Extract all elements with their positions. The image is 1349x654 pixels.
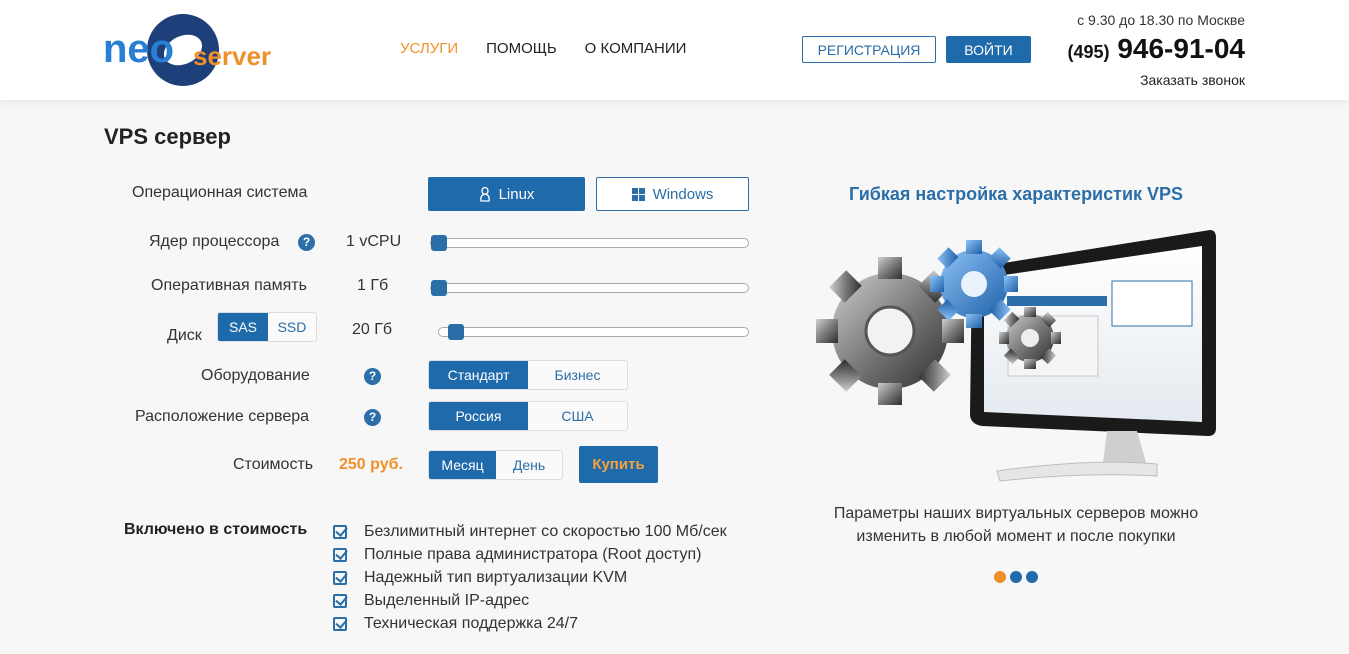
- checkbox-icon: [333, 594, 347, 609]
- buy-button[interactable]: Купить: [579, 446, 658, 483]
- site-header: neo server УСЛУГИ ПОМОЩЬ О КОМПАНИИ РЕГИ…: [0, 0, 1349, 100]
- list-item: Надежный тип виртуализации KVM: [333, 566, 727, 589]
- hardware-toggle: Стандарт Бизнес: [428, 360, 628, 390]
- windows-icon: [631, 187, 645, 201]
- nav-item-help[interactable]: ПОМОЩЬ: [486, 40, 557, 57]
- linux-icon: [479, 186, 490, 202]
- feature-text: Техническая поддержка 24/7: [364, 615, 579, 633]
- os-windows-button[interactable]: Windows: [596, 177, 749, 211]
- list-item: Безлимитный интернет со скоростью 100 Мб…: [333, 520, 727, 543]
- included-list: Безлимитный интернет со скоростью 100 Мб…: [333, 520, 727, 636]
- disk-type-ssd[interactable]: SSD: [268, 313, 316, 341]
- disk-label: Диск: [167, 327, 202, 344]
- checkbox-icon: [333, 524, 347, 539]
- checkbox-icon: [333, 570, 347, 585]
- hardware-standard[interactable]: Стандарт: [429, 361, 528, 389]
- checkbox-icon: [333, 617, 347, 632]
- location-russia[interactable]: Россия: [429, 402, 528, 430]
- location-label: Расположение сервера: [135, 408, 310, 425]
- os-linux-button[interactable]: Linux: [428, 177, 585, 211]
- period-day[interactable]: День: [496, 451, 562, 479]
- svg-text:neo: neo: [103, 27, 174, 71]
- feature-text: Безлимитный интернет со скоростью 100 Мб…: [364, 522, 727, 540]
- period-month[interactable]: Месяц: [429, 451, 496, 479]
- feature-text: Полные права администратора (Root доступ…: [364, 545, 702, 563]
- register-button[interactable]: РЕГИСТРАЦИЯ: [802, 36, 936, 63]
- page-title: VPS сервер: [104, 124, 231, 149]
- promo-text: Параметры наших виртуальных серверов мож…: [790, 502, 1242, 548]
- monitor-gears-illustration: [816, 230, 1216, 482]
- period-toggle: Месяц День: [428, 450, 563, 480]
- location-help-icon[interactable]: ?: [364, 409, 381, 426]
- ram-value: 1 Гб: [357, 277, 389, 294]
- cpu-help-icon[interactable]: ?: [298, 234, 315, 251]
- carousel-dots: [994, 571, 1038, 583]
- disk-slider[interactable]: [438, 324, 749, 340]
- promo-text-line2: изменить в любой момент и после покупки: [856, 528, 1176, 545]
- cpu-value: 1 vCPU: [346, 233, 402, 250]
- checkbox-icon: [333, 547, 347, 562]
- hardware-label: Оборудование: [201, 367, 310, 384]
- os-windows-label: Windows: [652, 185, 714, 203]
- disk-value: 20 Гб: [352, 321, 393, 338]
- disk-type-sas[interactable]: SAS: [218, 313, 268, 341]
- phone-number[interactable]: (495) 946-91-04: [1068, 33, 1245, 65]
- location-usa[interactable]: США: [528, 402, 627, 430]
- callback-link[interactable]: Заказать звонок: [1140, 72, 1245, 88]
- phone-digits: 946-91-04: [1117, 33, 1245, 64]
- carousel-dot[interactable]: [1026, 571, 1038, 583]
- ram-slider-handle[interactable]: [431, 280, 447, 296]
- location-toggle: Россия США: [428, 401, 628, 431]
- list-item: Техническая поддержка 24/7: [333, 613, 727, 636]
- cost-label: Стоимость: [233, 456, 314, 473]
- included-title: Включено в стоимость: [124, 521, 308, 538]
- ram-slider[interactable]: [430, 280, 749, 296]
- price-value: 250 руб.: [339, 456, 403, 473]
- cpu-slider-handle[interactable]: [431, 235, 447, 251]
- carousel-dot[interactable]: [994, 571, 1006, 583]
- svg-text:server: server: [193, 41, 271, 71]
- feature-text: Надежный тип виртуализации KVM: [364, 568, 628, 586]
- cpu-label: Ядер процессора: [149, 233, 280, 250]
- nav-item-services[interactable]: УСЛУГИ: [400, 40, 458, 57]
- hardware-help-icon[interactable]: ?: [364, 368, 381, 385]
- main-nav: УСЛУГИ ПОМОЩЬ О КОМПАНИИ: [400, 40, 686, 57]
- cpu-slider[interactable]: [430, 235, 749, 251]
- list-item: Выделенный IP-адрес: [333, 590, 727, 613]
- promo-title: Гибкая настройка характеристик VPS: [848, 184, 1184, 204]
- hardware-business[interactable]: Бизнес: [528, 361, 627, 389]
- working-hours: с 9.30 до 18.30 по Москве: [1077, 12, 1245, 28]
- list-item: Полные права администратора (Root доступ…: [333, 543, 727, 566]
- feature-text: Выделенный IP-адрес: [364, 592, 530, 610]
- ram-label: Оперативная память: [151, 277, 307, 294]
- promo-text-line1: Параметры наших виртуальных серверов мож…: [833, 505, 1199, 522]
- login-button[interactable]: ВОЙТИ: [946, 36, 1031, 63]
- os-linux-label: Linux: [498, 185, 535, 203]
- os-label: Операционная система: [132, 184, 308, 201]
- nav-item-about[interactable]: О КОМПАНИИ: [585, 40, 687, 57]
- neoserver-logo[interactable]: neo server: [103, 10, 283, 90]
- disk-type-toggle: SAS SSD: [217, 312, 317, 342]
- carousel-dot[interactable]: [1010, 571, 1022, 583]
- disk-slider-handle[interactable]: [448, 324, 464, 340]
- phone-code: (495): [1067, 42, 1110, 62]
